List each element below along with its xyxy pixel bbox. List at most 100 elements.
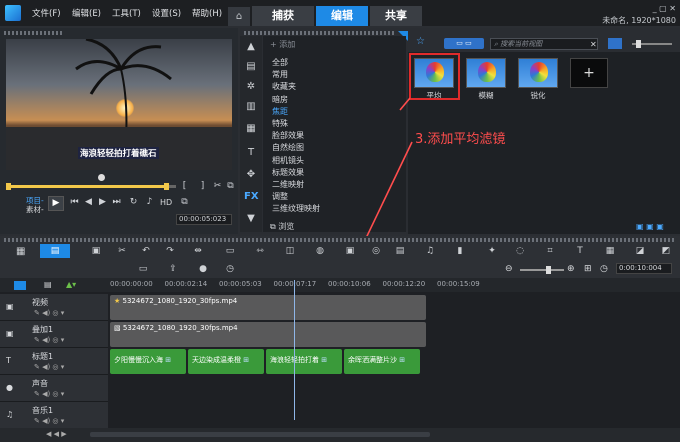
tab-share[interactable]: 共享	[370, 6, 422, 26]
audio-icon[interactable]: ▮	[454, 245, 466, 257]
text-icon[interactable]: T	[574, 245, 586, 257]
split-screen-icon[interactable]: ▦	[604, 245, 616, 257]
transition-icon[interactable]: ▥	[244, 100, 258, 114]
thumb-size-handle[interactable]	[636, 40, 641, 48]
timer-icon[interactable]: ◷	[224, 263, 236, 275]
title-clip[interactable]: 天边染成温柔橙 ⊞	[188, 349, 264, 374]
crop-tool-icon[interactable]: ⌗	[544, 245, 556, 257]
stretch-icon[interactable]: ⇿	[254, 245, 266, 257]
track-header[interactable]: ▣ 视频 ✎ ◀) ◎ ▾	[0, 294, 108, 321]
blur-icon[interactable]: ◌	[514, 245, 526, 257]
prev-frame-icon[interactable]: ◀	[82, 196, 95, 209]
extend-icon[interactable]: ⧉	[224, 180, 237, 193]
category-item[interactable]: 常用	[272, 69, 288, 80]
track-controls[interactable]: ✎ ◀) ◎ ▾	[34, 336, 64, 344]
category-item[interactable]: 相机镜头	[272, 155, 304, 166]
video-clip[interactable]: ★ 5324672_1080_1920_30fps.mp4	[110, 295, 426, 320]
volume-icon[interactable]: ♪	[143, 196, 156, 209]
zoom-in-icon[interactable]: ⊕	[567, 264, 575, 274]
filter-thumb-sharpen[interactable]	[518, 58, 558, 88]
window-controls[interactable]: _ ▢ ✕	[653, 4, 676, 13]
redo-icon[interactable]: ↷	[164, 245, 176, 257]
category-item[interactable]: 脸部效果	[272, 130, 304, 141]
sort-view-icons[interactable]: ▣ ▣ ▣	[636, 222, 676, 232]
track-controls[interactable]: ✎ ◀) ◎ ▾	[34, 390, 64, 398]
scrub-handle[interactable]	[98, 174, 105, 181]
category-item[interactable]: 二维映射	[272, 179, 304, 190]
split-tool-icon[interactable]: ✂	[116, 245, 128, 257]
filter-thumb-blur[interactable]	[466, 58, 506, 88]
repeat-icon[interactable]: ↻	[127, 196, 140, 209]
library-grip[interactable]	[244, 31, 394, 35]
zoom-handle[interactable]	[546, 266, 551, 274]
category-item[interactable]: 调整	[272, 191, 288, 202]
track-header[interactable]: ● 声音 ✎ ◀) ◎ ▾	[0, 375, 108, 402]
mixer-icon[interactable]: ◍	[314, 245, 326, 257]
toolbar-grip[interactable]	[4, 238, 676, 242]
overlay-clip[interactable]: ▧ 5324672_1080_1920_30fps.mp4	[110, 322, 426, 347]
panel-grip[interactable]	[4, 31, 64, 35]
title-clip[interactable]: 夕阳慢慢沉入海 ⊞	[110, 349, 186, 374]
crop-icon[interactable]: ⧉	[178, 196, 191, 209]
trim-out-handle[interactable]	[164, 183, 169, 190]
add-button[interactable]: + 添加	[270, 39, 295, 50]
clock-icon[interactable]: ◷	[600, 264, 608, 274]
timeline-view-icon[interactable]: ▤	[40, 244, 70, 258]
category-item[interactable]: 自然绘图	[272, 142, 304, 153]
view-toggle[interactable]: ▭ ▭	[444, 38, 484, 49]
track-controls[interactable]: ✎ ◀) ◎ ▾	[34, 363, 64, 371]
category-item[interactable]: 全部	[272, 57, 288, 68]
scroll-up-icon[interactable]: ▲	[244, 40, 258, 54]
title-clip[interactable]: 余晖洒满整片沙 ⊞	[344, 349, 420, 374]
track-header[interactable]: ♫ 音乐1 ✎ ◀) ◎ ▾	[0, 402, 108, 429]
tab-capture[interactable]: 捕获	[252, 6, 314, 26]
media-icon[interactable]: ▤	[244, 60, 258, 74]
mask-icon[interactable]: ◫	[284, 245, 296, 257]
track-manager-icon[interactable]	[14, 281, 26, 290]
add-filter-button[interactable]: +	[570, 58, 608, 88]
bracket-in-icon[interactable]: [	[178, 180, 191, 193]
fx-filter-icon[interactable]: FX	[244, 190, 259, 204]
fit-project-icon[interactable]: ⊞	[584, 264, 592, 274]
search-input[interactable]: ⌕ 搜索当前视图	[490, 38, 598, 50]
scroll-down-icon[interactable]: ▼	[244, 212, 258, 226]
menu-settings[interactable]: 设置(S)	[152, 7, 181, 19]
menu-tools[interactable]: 工具(T)	[112, 7, 141, 19]
category-item[interactable]: 三维纹理映射	[272, 203, 320, 214]
export-icon[interactable]: ⇪	[167, 263, 179, 275]
category-item[interactable]: 收藏夹	[272, 81, 296, 92]
zoom-out-icon[interactable]: ⊖	[505, 264, 513, 274]
trim-in-handle[interactable]	[6, 183, 11, 190]
track-controls[interactable]: ✎ ◀) ◎ ▾	[34, 417, 64, 425]
menu-file[interactable]: 文件(F)	[32, 7, 61, 19]
chapter-icon[interactable]: ▤	[44, 280, 52, 289]
3d-icon[interactable]: ◪	[634, 245, 646, 257]
record-icon[interactable]: ▣	[90, 245, 102, 257]
voice-icon[interactable]: ●	[197, 263, 209, 275]
scroll-arrows[interactable]: ◀ ◀ ▶	[46, 430, 67, 438]
category-item[interactable]: 特殊	[272, 118, 288, 129]
undo-icon[interactable]: ↶	[140, 245, 152, 257]
track-header[interactable]: ▣ 叠加1 ✎ ◀) ◎ ▾	[0, 321, 108, 348]
pan-icon[interactable]: ◩	[660, 245, 672, 257]
scrub-bar-rest[interactable]	[168, 185, 176, 188]
list-view-icon[interactable]	[608, 38, 622, 49]
zoom-slider[interactable]	[520, 269, 564, 271]
category-item[interactable]: 暗房	[272, 94, 288, 105]
browse-button[interactable]: ⧉ 浏览	[270, 221, 294, 232]
timeline-timecode[interactable]: 0:00:10:004	[616, 263, 672, 274]
motion-icon[interactable]: ✥	[244, 168, 258, 182]
scrollbar-thumb[interactable]	[90, 432, 430, 437]
play-button[interactable]: ▶	[48, 196, 64, 211]
timecode-display[interactable]: 00:00:05:023	[176, 214, 232, 225]
home-icon[interactable]: ⌂	[228, 7, 250, 26]
hd-toggle[interactable]: HD	[160, 198, 172, 207]
clip-mode-label[interactable]: 素材-	[26, 204, 44, 215]
title-clip[interactable]: 海浪轻轻拍打着 ⊞	[266, 349, 342, 374]
track-header[interactable]: T 标题1 ✎ ◀) ◎ ▾	[0, 348, 108, 375]
menu-help[interactable]: 帮助(H)	[192, 7, 222, 19]
bracket-out-icon[interactable]: ]	[196, 180, 209, 193]
subtitle-icon[interactable]: ▭	[224, 245, 236, 257]
ripple-icon[interactable]: ▣	[344, 245, 356, 257]
instant-project-icon[interactable]: ✲	[244, 80, 258, 94]
